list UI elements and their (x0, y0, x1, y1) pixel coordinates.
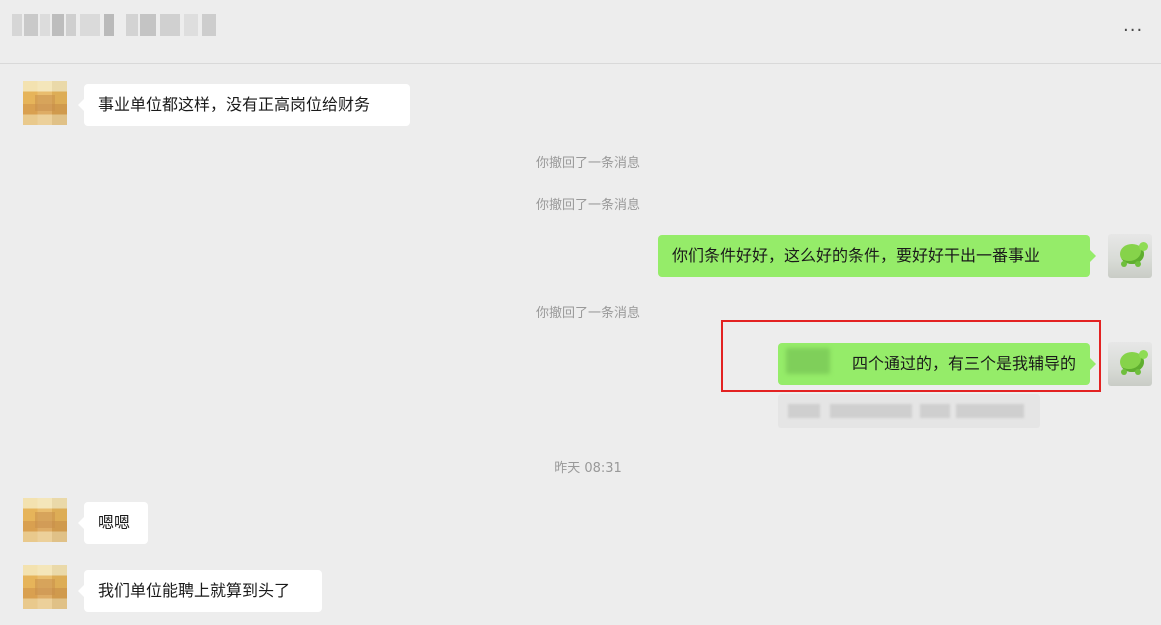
quoted-message-blurred[interactable] (778, 394, 1040, 428)
chat-title-blurred (12, 14, 217, 36)
system-message-recalled: 你撤回了一条消息 (535, 198, 640, 213)
contact-avatar[interactable] (23, 498, 67, 542)
timestamp: 昨天 08:31 (554, 461, 622, 476)
message-bubble-incoming[interactable]: 事业单位都这样，没有正高岗位给财务 (78, 84, 410, 126)
self-avatar[interactable] (1108, 234, 1152, 278)
system-message-recalled: 你撤回了一条消息 (535, 306, 640, 321)
message-bubble-outgoing[interactable]: 你们条件好好，这么好的条件，要好好干出一番事业 (658, 235, 1096, 277)
message-bubble-incoming[interactable]: 我们单位能聘上就算到头了 (78, 570, 322, 612)
system-message-recalled: 你撤回了一条消息 (535, 156, 640, 171)
more-options-button[interactable]: ··· (1123, 22, 1149, 42)
message-bubble-incoming[interactable]: 嗯嗯 (78, 502, 148, 544)
blurred-text-fragment (786, 348, 830, 374)
contact-avatar[interactable] (23, 81, 67, 125)
chat-header: ··· (0, 0, 1161, 64)
self-avatar[interactable] (1108, 342, 1152, 386)
contact-avatar[interactable] (23, 565, 67, 609)
